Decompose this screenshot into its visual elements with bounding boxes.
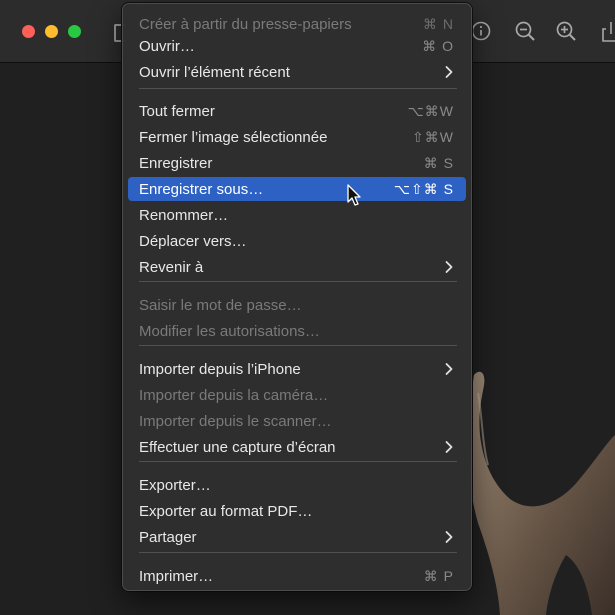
menu-item-tout-fermer[interactable]: Tout fermer ⌥⌘W xyxy=(128,99,466,123)
menu-item-label: Importer depuis le scanner… xyxy=(139,413,332,430)
keyboard-shortcut: ⌘ N xyxy=(423,16,454,32)
menu-separator xyxy=(139,88,457,89)
menu-item-deplacer-vers[interactable]: Déplacer vers… xyxy=(128,229,466,253)
menu-item-label: Imprimer… xyxy=(139,568,214,585)
menu-item-label: Exporter au format PDF… xyxy=(139,503,313,520)
menu-item-label: Ouvrir… xyxy=(139,38,195,55)
keyboard-shortcut: ⌘ O xyxy=(422,38,454,54)
menu-item-label: Modifier les autorisations… xyxy=(139,323,320,340)
close-window-button[interactable] xyxy=(22,25,35,38)
menu-item-label: Revenir à xyxy=(139,259,204,276)
menu-item-fermer-l-image-selectionnee[interactable]: Fermer l’image sélectionnée ⇧⌘W xyxy=(128,125,466,149)
chevron-right-icon xyxy=(445,261,453,273)
menu-item-revenir-a[interactable]: Revenir à xyxy=(128,255,466,279)
menu-item-importer-depuis-la-camera: Importer depuis la caméra… xyxy=(128,383,466,407)
menu-item-label: Tout fermer xyxy=(139,103,215,120)
menu-item-label: Enregistrer sous… xyxy=(139,181,264,198)
info-icon[interactable] xyxy=(470,20,492,42)
zoom-in-icon[interactable] xyxy=(555,20,577,42)
menu-item-label: Enregistrer xyxy=(139,155,213,172)
chevron-right-icon xyxy=(445,441,453,453)
menu-item-label: Partager xyxy=(139,529,197,546)
minimize-window-button[interactable] xyxy=(45,25,58,38)
menu-item-label: Importer depuis la caméra… xyxy=(139,387,329,404)
menu-item-effectuer-une-capture-d-ecran[interactable]: Effectuer une capture d’écran xyxy=(128,435,466,459)
menu-item-label: Effectuer une capture d’écran xyxy=(139,439,336,456)
menu-item-renommer[interactable]: Renommer… xyxy=(128,203,466,227)
menu-item-label: Déplacer vers… xyxy=(139,233,247,250)
menu-item-label: Saisir le mot de passe… xyxy=(139,297,302,314)
menu-item-exporter-au-format-pdf[interactable]: Exporter au format PDF… xyxy=(128,499,466,523)
chevron-right-icon xyxy=(445,363,453,375)
menu-item-ouvrir-l-element-recent[interactable]: Ouvrir l’élément récent xyxy=(128,60,466,84)
menu-item-importer-depuis-le-scanner: Importer depuis le scanner… xyxy=(128,409,466,433)
menu-separator xyxy=(139,461,457,462)
menu-separator xyxy=(139,281,457,282)
chevron-right-icon xyxy=(445,66,453,78)
file-menu: Créer à partir du presse-papiers ⌘ N Ouvri… xyxy=(122,3,472,591)
menu-item-importer-depuis-l-iphone[interactable]: Importer depuis l’iPhone xyxy=(128,357,466,381)
zoom-window-button[interactable] xyxy=(68,25,81,38)
menu-item-label: Créer à partir du presse-papiers xyxy=(139,16,352,33)
menu-item-label: Renommer… xyxy=(139,207,229,224)
menu-item-enregistrer-sous[interactable]: Enregistrer sous… ⌥⇧⌘ S xyxy=(128,177,466,201)
menu-item-modifier-les-autorisations: Modifier les autorisations… xyxy=(128,319,466,343)
menu-item-label: Fermer l’image sélectionnée xyxy=(139,129,328,146)
keyboard-shortcut: ⌘ S xyxy=(423,155,454,171)
menu-item-label: Exporter… xyxy=(139,477,211,494)
keyboard-shortcut: ⌥⌘W xyxy=(407,103,454,119)
menu-item-creer-a-partir-du-presse-papiers: Créer à partir du presse-papiers ⌘ N xyxy=(128,12,466,36)
menu-item-ouvrir[interactable]: Ouvrir… ⌘ O xyxy=(128,34,466,58)
keyboard-shortcut: ⌘ P xyxy=(423,568,454,584)
mouse-cursor-icon xyxy=(347,184,361,206)
menu-item-label: Ouvrir l’élément récent xyxy=(139,64,290,81)
menu-separator xyxy=(139,552,457,553)
keyboard-shortcut: ⌥⇧⌘ S xyxy=(393,181,454,197)
menu-item-label: Importer depuis l’iPhone xyxy=(139,361,301,378)
chevron-right-icon xyxy=(445,531,453,543)
zoom-out-icon[interactable] xyxy=(514,20,536,42)
menu-item-partager[interactable]: Partager xyxy=(128,525,466,549)
menu-item-enregistrer[interactable]: Enregistrer ⌘ S xyxy=(128,151,466,175)
share-icon[interactable] xyxy=(600,20,615,42)
menu-item-saisir-le-mot-de-passe: Saisir le mot de passe… xyxy=(128,293,466,317)
keyboard-shortcut: ⇧⌘W xyxy=(412,129,454,145)
menu-item-imprimer[interactable]: Imprimer… ⌘ P xyxy=(128,564,466,588)
menu-separator xyxy=(139,345,457,346)
menu-item-exporter[interactable]: Exporter… xyxy=(128,473,466,497)
